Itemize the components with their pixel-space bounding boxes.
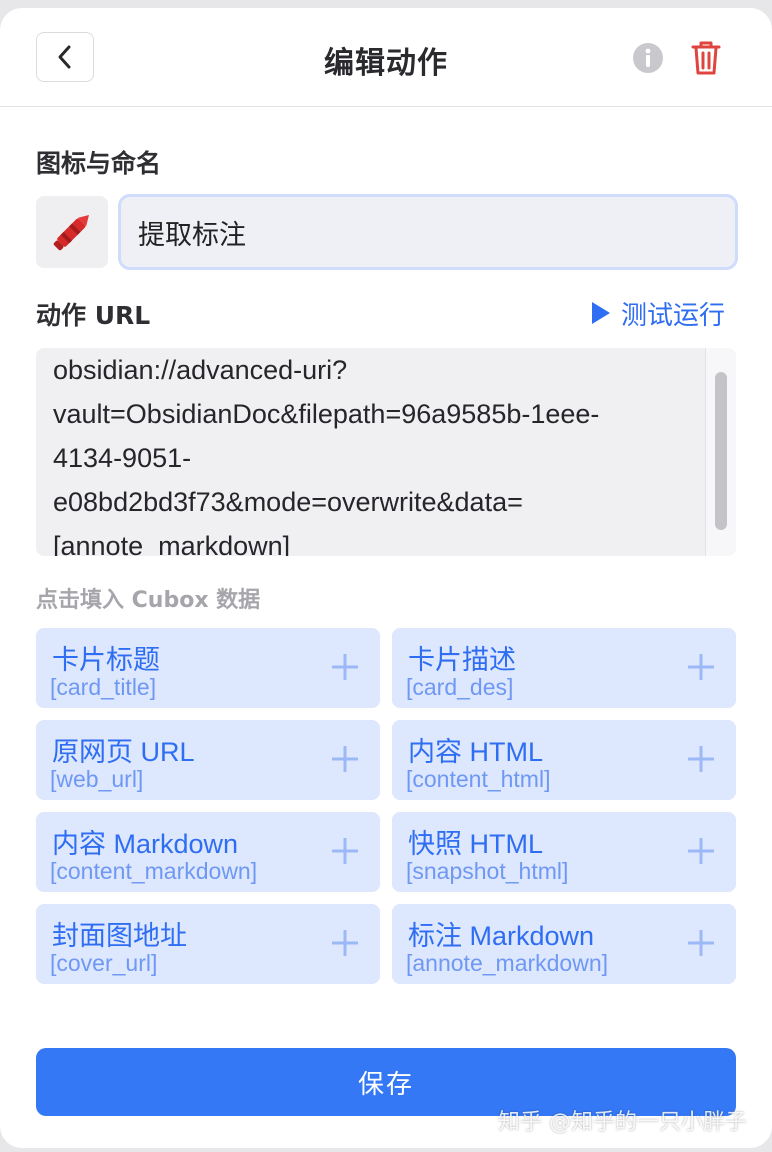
chip-code: [content_html] <box>406 766 551 792</box>
plus-icon <box>688 654 714 680</box>
plus-icon <box>332 838 358 864</box>
chip-title: 封面图地址 <box>52 921 187 951</box>
trash-icon[interactable] <box>690 40 722 76</box>
cubox-data-hint: 点击填入 Cubox 数据 <box>36 588 261 613</box>
chip-title: 内容 Markdown <box>52 829 239 859</box>
plus-icon <box>332 930 358 956</box>
chip-code: [card_title] <box>50 674 157 700</box>
data-chip-snapshot-html[interactable]: 快照 HTML [snapshot_html] <box>392 812 736 892</box>
icon-name-label: 图标与命名 <box>36 149 162 178</box>
url-line: vault=ObsidianDoc&filepath=96a9585b-1eee… <box>53 399 600 429</box>
url-line: [annote_markdown] <box>53 531 291 556</box>
chip-code: [snapshot_html] <box>406 858 569 884</box>
chip-title: 卡片描述 <box>408 645 516 675</box>
data-chip-card-des[interactable]: 卡片描述 [card_des] <box>392 628 736 708</box>
test-run-label: 测试运行 <box>621 300 726 331</box>
url-scrollbar-thumb[interactable] <box>715 372 727 530</box>
data-chip-content-markdown[interactable]: 内容 Markdown [content_markdown] <box>36 812 380 892</box>
test-run-button[interactable]: 测试运行 <box>590 296 726 331</box>
plus-icon <box>332 654 358 680</box>
action-url-textarea[interactable]: obsidian://advanced-uri? vault=ObsidianD… <box>36 348 736 556</box>
header: 编辑动作 <box>0 8 772 107</box>
chip-code: [web_url] <box>50 766 144 792</box>
chip-title: 原网页 URL <box>52 737 195 767</box>
crayon-icon <box>53 215 89 251</box>
data-chip-web-url[interactable]: 原网页 URL [web_url] <box>36 720 380 800</box>
plus-icon <box>688 746 714 772</box>
plus-icon <box>688 838 714 864</box>
chip-code: [cover_url] <box>50 950 158 976</box>
info-icon[interactable] <box>632 42 664 74</box>
chip-title: 内容 HTML <box>408 737 543 767</box>
chip-code: [content_markdown] <box>50 858 258 884</box>
action-url-label: 动作 URL <box>36 301 151 330</box>
chip-title: 快照 HTML <box>408 829 543 859</box>
watermark: 知乎 @知乎的一只小胖子 <box>498 1110 747 1135</box>
action-name-value: 提取标注 <box>138 219 246 250</box>
data-chip-content-html[interactable]: 内容 HTML [content_html] <box>392 720 736 800</box>
action-name-input[interactable]: 提取标注 <box>118 194 738 270</box>
chip-code: [annote_markdown] <box>406 950 609 976</box>
edit-action-panel: 编辑动作 图标与命名 提取标注 动作 URL 测试运行 obsidian://a… <box>0 8 772 1148</box>
data-chip-cover-url[interactable]: 封面图地址 [cover_url] <box>36 904 380 984</box>
url-scrollbar[interactable] <box>705 348 736 556</box>
play-icon <box>592 302 610 324</box>
chip-title: 标注 Markdown <box>408 921 595 951</box>
emoji-picker[interactable] <box>36 196 108 268</box>
url-line: obsidian://advanced-uri? <box>53 355 348 385</box>
plus-icon <box>688 930 714 956</box>
action-url-text: obsidian://advanced-uri? vault=ObsidianD… <box>53 348 681 556</box>
chip-code: [card_des] <box>406 674 514 700</box>
data-chip-annote-markdown[interactable]: 标注 Markdown [annote_markdown] <box>392 904 736 984</box>
chip-title: 卡片标题 <box>52 645 160 675</box>
data-chip-card-title[interactable]: 卡片标题 [card_title] <box>36 628 380 708</box>
url-line: 4134-9051- <box>53 443 192 473</box>
url-line: e08bd2bd3f73&mode=overwrite&data= <box>53 487 523 517</box>
plus-icon <box>332 746 358 772</box>
